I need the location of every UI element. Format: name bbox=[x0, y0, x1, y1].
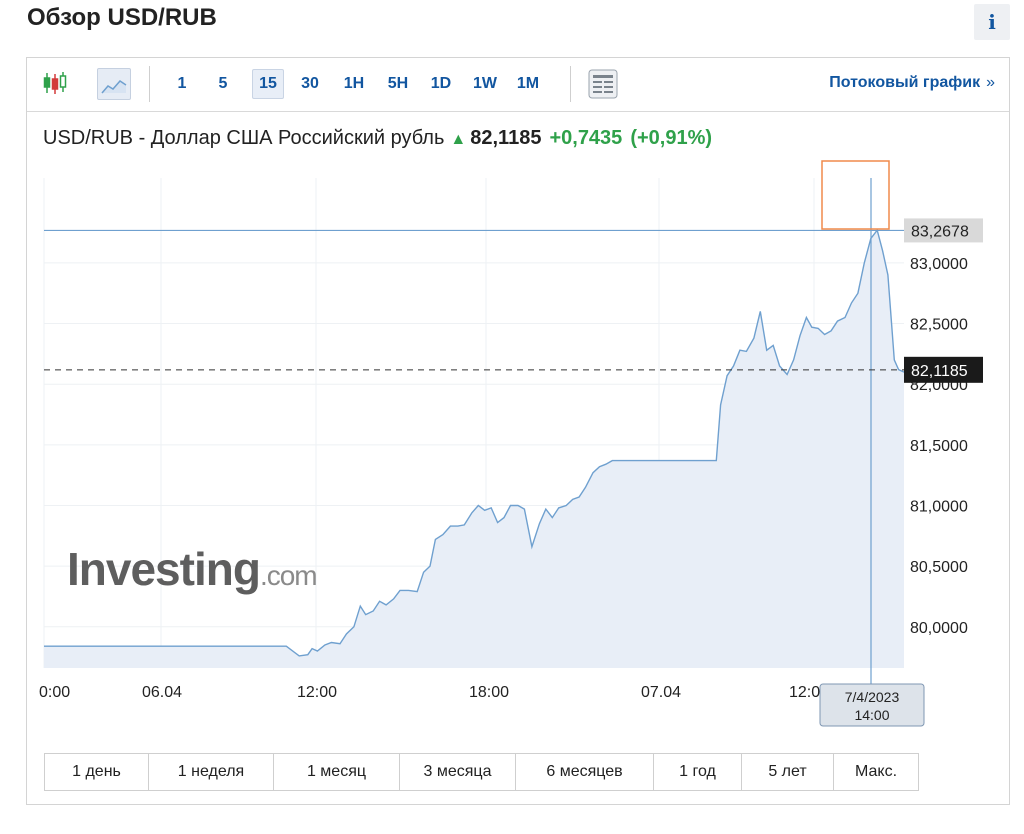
range-button-7[interactable]: Макс. bbox=[834, 754, 918, 790]
range-button-3[interactable]: 3 месяца bbox=[400, 754, 516, 790]
highlight-box bbox=[821, 160, 890, 230]
range-button-1[interactable]: 1 неделя bbox=[149, 754, 274, 790]
y-tick-label: 82,5000 bbox=[910, 317, 968, 334]
chart-widget: 1 5 15 30 1H 5H 1D 1W 1M Потоковый график» USD/R… bbox=[26, 57, 1010, 805]
x-tick-label: 12:00 bbox=[297, 684, 337, 701]
page-title: Обзор USD/RUB bbox=[27, 4, 217, 31]
y-tick-label: 81,0000 bbox=[910, 498, 968, 515]
investing-watermark: Investing.com bbox=[67, 543, 317, 595]
range-button-6[interactable]: 5 лет bbox=[742, 754, 834, 790]
price-chart[interactable]: Investing.com 80,0000 80,5000 81,0000 81,500… bbox=[27, 58, 1009, 748]
x-tick-label: 06.04 bbox=[142, 684, 182, 701]
range-button-5[interactable]: 1 год bbox=[654, 754, 742, 790]
range-selector: 1 день 1 неделя 1 месяц 3 месяца 6 месяцев 1 … bbox=[44, 753, 919, 791]
current-price-label: 82,1185 bbox=[911, 363, 968, 380]
x-tick-label: 18:00 bbox=[469, 684, 509, 701]
y-tick-label: 81,5000 bbox=[910, 438, 968, 455]
x-tick-label: 0:00 bbox=[39, 684, 70, 701]
y-tick-label: 83,0000 bbox=[910, 256, 968, 273]
range-button-4[interactable]: 6 месяцев bbox=[516, 754, 654, 790]
range-button-0[interactable]: 1 день bbox=[45, 754, 149, 790]
crosshair-time: 14:00 bbox=[854, 707, 889, 723]
crosshair-date: 7/4/2023 bbox=[845, 689, 900, 705]
y-tick-label: 80,5000 bbox=[910, 559, 968, 576]
y-tick-label: 80,0000 bbox=[910, 620, 968, 637]
info-button[interactable]: i bbox=[974, 4, 1010, 40]
price-area bbox=[44, 230, 904, 668]
crosshair-value-label: 83,2678 bbox=[911, 223, 969, 240]
x-tick-label: 07.04 bbox=[641, 684, 681, 701]
range-button-2[interactable]: 1 месяц bbox=[274, 754, 400, 790]
